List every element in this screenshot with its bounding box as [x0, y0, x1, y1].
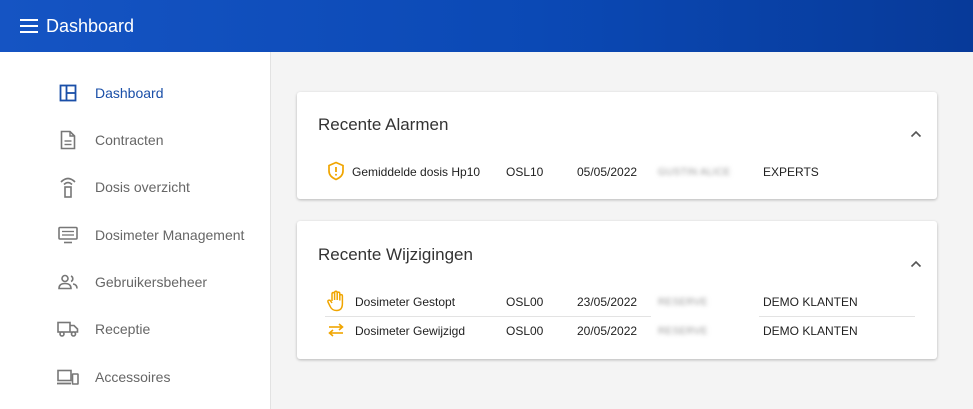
card-title: Recente Wijzigingen	[318, 245, 473, 264]
chevron-up-icon[interactable]	[909, 257, 923, 271]
alarm-date: 05/05/2022	[577, 165, 638, 179]
sidebar-item-receptie[interactable]: Receptie	[56, 317, 150, 341]
table-row[interactable]: Dosimeter Gewijzigd OSL00 20/05/2022 RES…	[325, 319, 915, 343]
dosimeter-code: OSL00	[506, 324, 544, 338]
sidebar: Dashboard Contracten Dosis overzicht Dos…	[0, 52, 271, 409]
table-row[interactable]: Dosimeter Gestopt OSL00 23/05/2022 RESER…	[325, 290, 915, 314]
row-divider	[325, 316, 651, 317]
sidebar-item-accessoires[interactable]: Accessoires	[56, 365, 170, 389]
sidebar-item-label: Dosimeter Management	[95, 227, 245, 243]
card-title: Recente Alarmen	[318, 115, 449, 134]
user-name-redacted: RESERVE	[658, 297, 708, 308]
client-name: EXPERTS	[763, 165, 819, 179]
user-name-redacted: GUSTIN ALICE	[658, 167, 731, 178]
sidebar-item-label: Dashboard	[95, 85, 164, 101]
sidebar-item-label: Dosis overzicht	[95, 179, 190, 195]
client-name: DEMO KLANTEN	[763, 295, 858, 309]
sidebar-item-label: Accessoires	[95, 369, 171, 385]
sidebar-item-dosimeter-management[interactable]: Dosimeter Management	[56, 223, 244, 247]
recent-alarms-card: Recente Alarmen Gemiddelde dosis Hp10 OS…	[297, 92, 937, 199]
app-title: Dashboard	[46, 15, 135, 36]
document-icon	[56, 128, 80, 152]
dosimeter-code: OSL10	[506, 165, 544, 179]
monitor-icon	[56, 223, 80, 247]
user-name-redacted: RESERVE	[658, 326, 708, 337]
chevron-up-icon[interactable]	[909, 127, 923, 141]
shield-alert-icon	[325, 160, 347, 182]
devices-icon	[56, 365, 80, 389]
truck-icon	[56, 317, 80, 341]
sidebar-item-dashboard[interactable]: Dashboard	[56, 81, 164, 105]
sidebar-item-label: Receptie	[95, 321, 151, 337]
sidebar-item-gebruikersbeheer[interactable]: Gebruikersbeheer	[56, 270, 207, 294]
users-icon	[56, 270, 80, 294]
sidebar-item-label: Gebruikersbeheer	[95, 274, 208, 290]
alarm-type: Gemiddelde dosis Hp10	[352, 165, 481, 179]
hand-stop-icon	[325, 290, 347, 312]
dosimeter-code: OSL00	[506, 295, 544, 309]
sensor-icon	[56, 175, 80, 199]
sidebar-item-contracten[interactable]: Contracten	[56, 128, 163, 152]
change-date: 20/05/2022	[577, 324, 638, 338]
dashboard-icon	[56, 81, 80, 105]
menu-button[interactable]	[0, 0, 46, 52]
change-type: Dosimeter Gewijzigd	[355, 324, 466, 338]
change-type: Dosimeter Gestopt	[355, 295, 456, 309]
sidebar-item-dosis-overzicht[interactable]: Dosis overzicht	[56, 175, 190, 199]
hamburger-menu-icon	[20, 19, 38, 33]
table-row[interactable]: Gemiddelde dosis Hp10 OSL10 05/05/2022 G…	[325, 160, 915, 184]
recent-changes-card: Recente Wijzigingen Dosimeter Gestopt OS…	[297, 221, 937, 359]
row-divider	[759, 316, 915, 317]
swap-arrows-icon	[325, 319, 347, 341]
sidebar-item-label: Contracten	[95, 132, 164, 148]
client-name: DEMO KLANTEN	[763, 324, 858, 338]
top-app-bar: Dashboard	[0, 0, 973, 52]
change-date: 23/05/2022	[577, 295, 638, 309]
